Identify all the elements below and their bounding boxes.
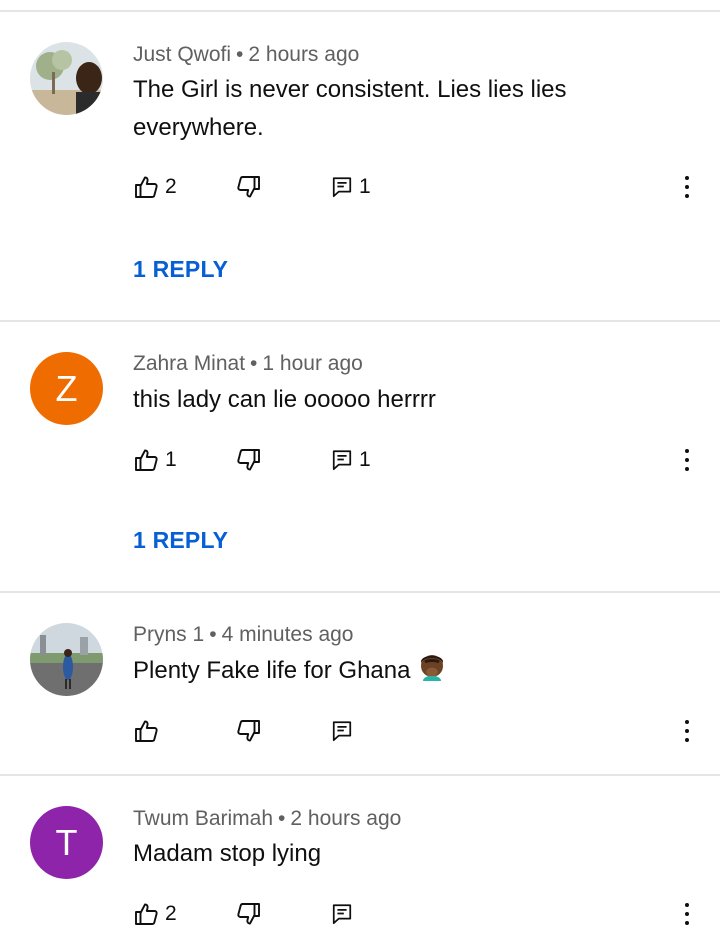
reply-button[interactable] (331, 898, 359, 930)
dislike-button[interactable] (236, 898, 262, 930)
meta-separator: • (278, 807, 286, 830)
thumbs-down-icon (236, 901, 262, 927)
like-count: 2 (165, 902, 177, 925)
comment-item: T Twum Barimah • 2 hours ago Madam stop ly… (0, 0, 720, 938)
more-vertical-icon[interactable] (678, 898, 696, 930)
avatar-letter: T (55, 821, 78, 863)
thumbs-up-icon (133, 901, 159, 927)
comment-icon (331, 903, 353, 925)
comment-time[interactable]: 2 hours ago (290, 807, 401, 830)
comment-meta: Twum Barimah • 2 hours ago (133, 807, 401, 831)
avatar[interactable]: T (30, 806, 103, 879)
like-button[interactable]: 2 (133, 898, 177, 930)
author-name[interactable]: Twum Barimah (133, 807, 273, 830)
comment-text: Madam stop lying (133, 840, 322, 867)
comment-actions: 2 (0, 898, 720, 930)
